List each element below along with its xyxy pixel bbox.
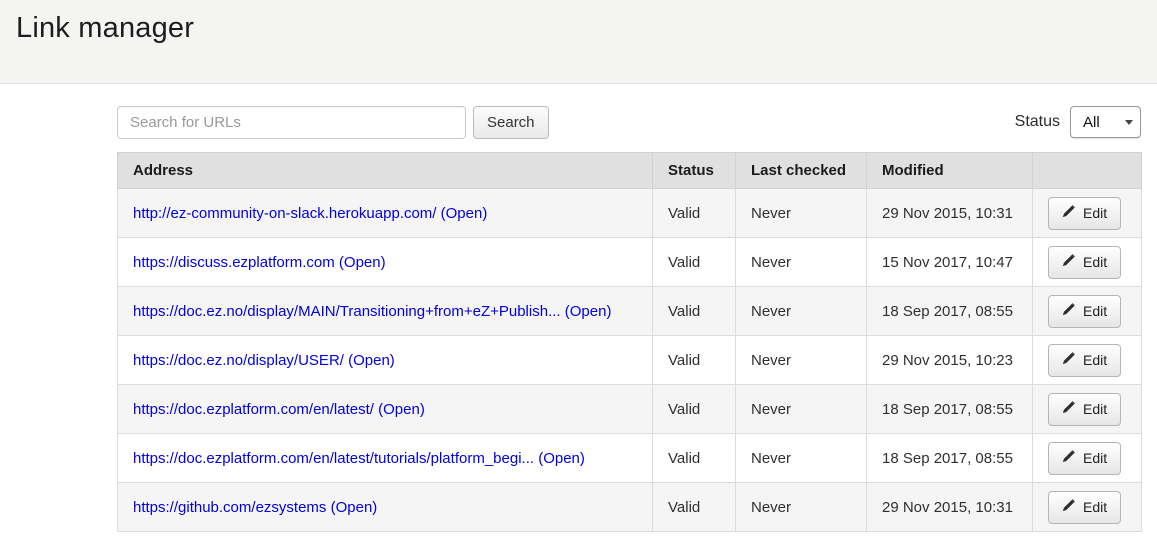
modified-cell: 15 Nov 2017, 10:47 [867,238,1033,287]
edit-button[interactable]: Edit [1048,295,1121,328]
links-table: Address Status Last checked Modified htt… [117,152,1142,532]
address-cell: https://doc.ezplatform.com/en/latest/ (O… [118,385,653,434]
column-header-address: Address [118,153,653,189]
last-checked-cell: Never [736,385,867,434]
title-band: Link manager [0,0,1157,84]
open-link[interactable]: (Open) [339,254,386,271]
pencil-icon [1062,352,1075,368]
table-row: https://github.com/ezsystems (Open) Vali… [118,483,1142,532]
open-link[interactable]: (Open) [331,499,378,516]
modified-cell: 29 Nov 2015, 10:31 [867,483,1033,532]
column-header-status: Status [653,153,736,189]
edit-button-label: Edit [1083,303,1107,319]
last-checked-cell: Never [736,336,867,385]
pencil-icon [1062,254,1075,270]
modified-cell: 29 Nov 2015, 10:23 [867,336,1033,385]
url-link[interactable]: https://doc.ezplatform.com/en/latest/ [133,401,374,418]
edit-button-label: Edit [1083,254,1107,270]
url-link[interactable]: http://ez-community-on-slack.herokuapp.c… [133,205,436,222]
table-row: https://doc.ezplatform.com/en/latest/ (O… [118,385,1142,434]
pencil-icon [1062,499,1075,515]
actions-cell: Edit [1033,287,1142,336]
modified-cell: 29 Nov 2015, 10:31 [867,189,1033,238]
url-link[interactable]: https://doc.ezplatform.com/en/latest/tut… [133,450,534,467]
actions-cell: Edit [1033,483,1142,532]
search-input[interactable] [117,106,466,139]
status-filter-label: Status [1015,113,1060,131]
status-cell: Valid [653,238,736,287]
column-header-modified: Modified [867,153,1033,189]
url-link[interactable]: https://github.com/ezsystems [133,499,326,516]
edit-button-label: Edit [1083,499,1107,515]
page-title: Link manager [16,12,1141,45]
status-cell: Valid [653,385,736,434]
last-checked-cell: Never [736,189,867,238]
open-link[interactable]: (Open) [441,205,488,222]
table-row: https://discuss.ezplatform.com (Open) Va… [118,238,1142,287]
edit-button-label: Edit [1083,450,1107,466]
open-link[interactable]: (Open) [378,401,425,418]
edit-button-label: Edit [1083,205,1107,221]
url-link[interactable]: https://doc.ez.no/display/USER/ [133,352,344,369]
status-cell: Valid [653,287,736,336]
pencil-icon [1062,450,1075,466]
actions-cell: Edit [1033,189,1142,238]
url-link[interactable]: https://doc.ez.no/display/MAIN/Transitio… [133,303,561,320]
open-link[interactable]: (Open) [538,450,585,467]
edit-button[interactable]: Edit [1048,442,1121,475]
address-cell: https://discuss.ezplatform.com (Open) [118,238,653,287]
actions-cell: Edit [1033,238,1142,287]
edit-button[interactable]: Edit [1048,491,1121,524]
address-cell: http://ez-community-on-slack.herokuapp.c… [118,189,653,238]
pencil-icon [1062,303,1075,319]
last-checked-cell: Never [736,287,867,336]
address-cell: https://doc.ezplatform.com/en/latest/tut… [118,434,653,483]
table-row: http://ez-community-on-slack.herokuapp.c… [118,189,1142,238]
status-filter-group: Status All [1015,106,1141,138]
address-cell: https://github.com/ezsystems (Open) [118,483,653,532]
table-row: https://doc.ez.no/display/MAIN/Transitio… [118,287,1142,336]
edit-button[interactable]: Edit [1048,197,1121,230]
actions-cell: Edit [1033,385,1142,434]
url-link[interactable]: https://discuss.ezplatform.com [133,254,335,271]
open-link[interactable]: (Open) [348,352,395,369]
status-cell: Valid [653,336,736,385]
chevron-down-icon [1125,120,1133,125]
pencil-icon [1062,205,1075,221]
column-header-last-checked: Last checked [736,153,867,189]
status-cell: Valid [653,483,736,532]
status-filter-value: All [1083,114,1100,131]
address-cell: https://doc.ez.no/display/MAIN/Transitio… [118,287,653,336]
search-button[interactable]: Search [473,106,549,139]
edit-button[interactable]: Edit [1048,246,1121,279]
table-row: https://doc.ez.no/display/USER/ (Open) V… [118,336,1142,385]
last-checked-cell: Never [736,483,867,532]
modified-cell: 18 Sep 2017, 08:55 [867,287,1033,336]
edit-button[interactable]: Edit [1048,344,1121,377]
status-cell: Valid [653,434,736,483]
table-header-row: Address Status Last checked Modified [118,153,1142,189]
column-header-actions [1033,153,1142,189]
last-checked-cell: Never [736,238,867,287]
toolbar: Search Status All [117,105,1141,139]
actions-cell: Edit [1033,434,1142,483]
status-filter-select[interactable]: All [1070,106,1141,138]
table-row: https://doc.ezplatform.com/en/latest/tut… [118,434,1142,483]
main-content: Search Status All Address Status Last ch… [117,84,1141,532]
last-checked-cell: Never [736,434,867,483]
edit-button[interactable]: Edit [1048,393,1121,426]
modified-cell: 18 Sep 2017, 08:55 [867,385,1033,434]
address-cell: https://doc.ez.no/display/USER/ (Open) [118,336,653,385]
status-cell: Valid [653,189,736,238]
edit-button-label: Edit [1083,401,1107,417]
edit-button-label: Edit [1083,352,1107,368]
modified-cell: 18 Sep 2017, 08:55 [867,434,1033,483]
actions-cell: Edit [1033,336,1142,385]
pencil-icon [1062,401,1075,417]
open-link[interactable]: (Open) [565,303,612,320]
